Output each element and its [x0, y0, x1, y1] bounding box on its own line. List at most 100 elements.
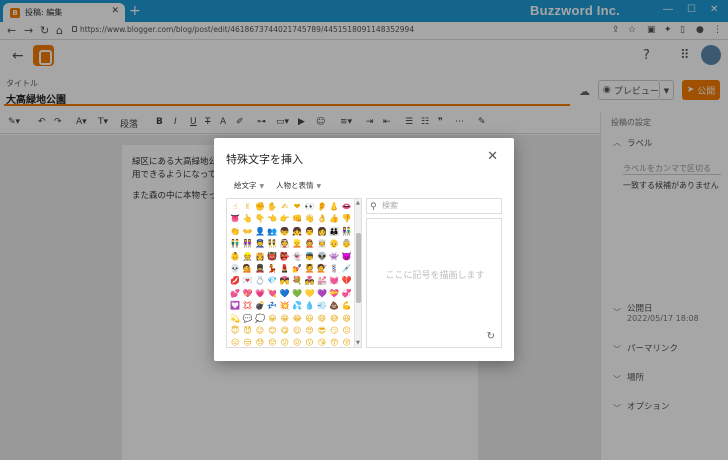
emoji-cell[interactable]: 😍	[303, 325, 315, 337]
emoji-cell[interactable]: 👏	[229, 226, 241, 238]
emoji-cell[interactable]: 👩	[316, 226, 328, 238]
emoji-cell[interactable]: 💣	[254, 300, 266, 312]
emoji-cell[interactable]: 😂	[291, 313, 303, 325]
emoji-cell[interactable]: 💋	[229, 275, 241, 287]
emoji-cell[interactable]: 😋	[279, 325, 291, 337]
emoji-cell[interactable]: 💌	[241, 275, 253, 287]
emoji-cell[interactable]: 💨	[316, 300, 328, 312]
emoji-cell[interactable]: 👅	[229, 213, 241, 225]
emoji-cell[interactable]: 💍	[254, 275, 266, 287]
emoji-cell[interactable]: 💜	[316, 288, 328, 300]
emoji-cell[interactable]: 😕	[279, 337, 291, 347]
emoji-cell[interactable]: 💩	[328, 300, 340, 312]
emoji-cell[interactable]: 👇	[254, 213, 266, 225]
emoji-cell[interactable]: 👪	[328, 226, 340, 238]
emoji-cell[interactable]: 😐	[341, 325, 353, 337]
draw-canvas[interactable]: ここに記号を描画します ↻	[366, 218, 502, 348]
emoji-cell[interactable]: 👬	[229, 238, 241, 250]
emoji-cell[interactable]: 👋	[303, 213, 315, 225]
emoji-cell[interactable]: 😔	[266, 337, 278, 347]
emoji-cell[interactable]: 👵	[341, 238, 353, 250]
emoji-cell[interactable]: 💛	[303, 288, 315, 300]
emoji-cell[interactable]: 👂	[316, 201, 328, 213]
emoji-cell[interactable]: 👰	[279, 238, 291, 250]
emoji-cell[interactable]: ❤	[291, 201, 303, 213]
emoji-cell[interactable]: 😘	[316, 337, 328, 347]
emoji-cell[interactable]: 💘	[266, 288, 278, 300]
emoji-cell[interactable]: 😁	[279, 313, 291, 325]
emoji-cell[interactable]: 👻	[291, 251, 303, 263]
emoji-cell[interactable]: 💉	[341, 263, 353, 275]
emoji-cell[interactable]: 👹	[266, 251, 278, 263]
emoji-cell[interactable]: 😅	[328, 313, 340, 325]
emoji-cell[interactable]: 💟	[229, 300, 241, 312]
emoji-cell[interactable]: 👸	[254, 251, 266, 263]
emoji-cell[interactable]: 💒	[316, 275, 328, 287]
emoji-cell[interactable]: 👳	[316, 238, 328, 250]
emoji-cell[interactable]: 💫	[229, 313, 241, 325]
emoji-cell[interactable]: ✌	[241, 201, 253, 213]
emoji-cell[interactable]: 💇	[316, 263, 328, 275]
emoji-cell[interactable]: 😉	[254, 325, 266, 337]
emoji-cell[interactable]: 😆	[341, 313, 353, 325]
emoji-cell[interactable]: 💗	[254, 288, 266, 300]
emoji-cell[interactable]: 👀	[303, 201, 315, 213]
emoji-cell[interactable]: 😇	[229, 325, 241, 337]
emoji-cell[interactable]: 👮	[254, 238, 266, 250]
emoji-cell[interactable]: ✊	[254, 201, 266, 213]
emoji-cell[interactable]: 💙	[279, 288, 291, 300]
emoji-cell[interactable]: 😀	[266, 313, 278, 325]
emoji-cell[interactable]: 👥	[266, 226, 278, 238]
emoji-cell[interactable]: ☝	[229, 201, 241, 213]
emoji-cell[interactable]: 💔	[341, 275, 353, 287]
emoji-cell[interactable]: 👆	[241, 213, 253, 225]
emoji-cell[interactable]: 💧	[303, 300, 315, 312]
category-dropdown[interactable]: 絵文字 ▼	[234, 180, 264, 191]
emoji-cell[interactable]: 👨	[303, 226, 315, 238]
emoji-cell[interactable]: 😈	[241, 325, 253, 337]
emoji-cell[interactable]: 👲	[303, 238, 315, 250]
emoji-cell[interactable]: ✋	[266, 201, 278, 213]
emoji-cell[interactable]: 👃	[328, 201, 340, 213]
emoji-cell[interactable]: 💃	[266, 263, 278, 275]
emoji-cell[interactable]: 👯	[266, 238, 278, 250]
emoji-cell[interactable]: 💁	[241, 263, 253, 275]
emoji-cell[interactable]: 👄	[341, 201, 353, 213]
emoji-cell[interactable]: 💬	[241, 313, 253, 325]
emoji-cell[interactable]: 👽	[316, 251, 328, 263]
emoji-cell[interactable]: 👴	[328, 238, 340, 250]
emoji-cell[interactable]: 👧	[291, 226, 303, 238]
emoji-cell[interactable]: 💂	[254, 263, 266, 275]
emoji-cell[interactable]: 😒	[241, 337, 253, 347]
emoji-cell[interactable]: 👷	[241, 251, 253, 263]
emoji-cell[interactable]: 😙	[328, 337, 340, 347]
emoji-cell[interactable]: 😚	[341, 337, 353, 347]
emoji-cell[interactable]: 👊	[291, 213, 303, 225]
emoji-cell[interactable]: 👐	[241, 226, 253, 238]
emoji-cell[interactable]: 💀	[229, 263, 241, 275]
emoji-cell[interactable]: 💥	[279, 300, 291, 312]
emoji-cell[interactable]: 💏	[279, 275, 291, 287]
emoji-cell[interactable]: 💝	[328, 288, 340, 300]
scroll-up-icon[interactable]: ▲	[356, 200, 360, 206]
emoji-cell[interactable]: 👱	[291, 238, 303, 250]
emoji-cell[interactable]: 💄	[279, 263, 291, 275]
emoji-cell[interactable]: 😃	[303, 313, 315, 325]
emoji-cell[interactable]: 💚	[291, 288, 303, 300]
emoji-cell[interactable]: 😌	[291, 325, 303, 337]
emoji-cell[interactable]: 💑	[303, 275, 315, 287]
emoji-cell[interactable]: 👌	[316, 213, 328, 225]
emoji-cell[interactable]: 💞	[341, 288, 353, 300]
emoji-cell[interactable]: 💤	[266, 300, 278, 312]
emoji-cell[interactable]: 💐	[291, 275, 303, 287]
emoji-cell[interactable]: 👼	[303, 251, 315, 263]
emoji-cell[interactable]: 💭	[254, 313, 266, 325]
close-icon[interactable]: ✕	[487, 149, 498, 164]
emoji-cell[interactable]: 😑	[229, 337, 241, 347]
emoji-cell[interactable]: 💪	[341, 300, 353, 312]
emoji-cell[interactable]: 💅	[291, 263, 303, 275]
scroll-down-icon[interactable]: ▼	[356, 340, 360, 346]
emoji-cell[interactable]: 😏	[328, 325, 340, 337]
emoji-cell[interactable]: 💓	[328, 275, 340, 287]
emoji-cell[interactable]: 😊	[266, 325, 278, 337]
